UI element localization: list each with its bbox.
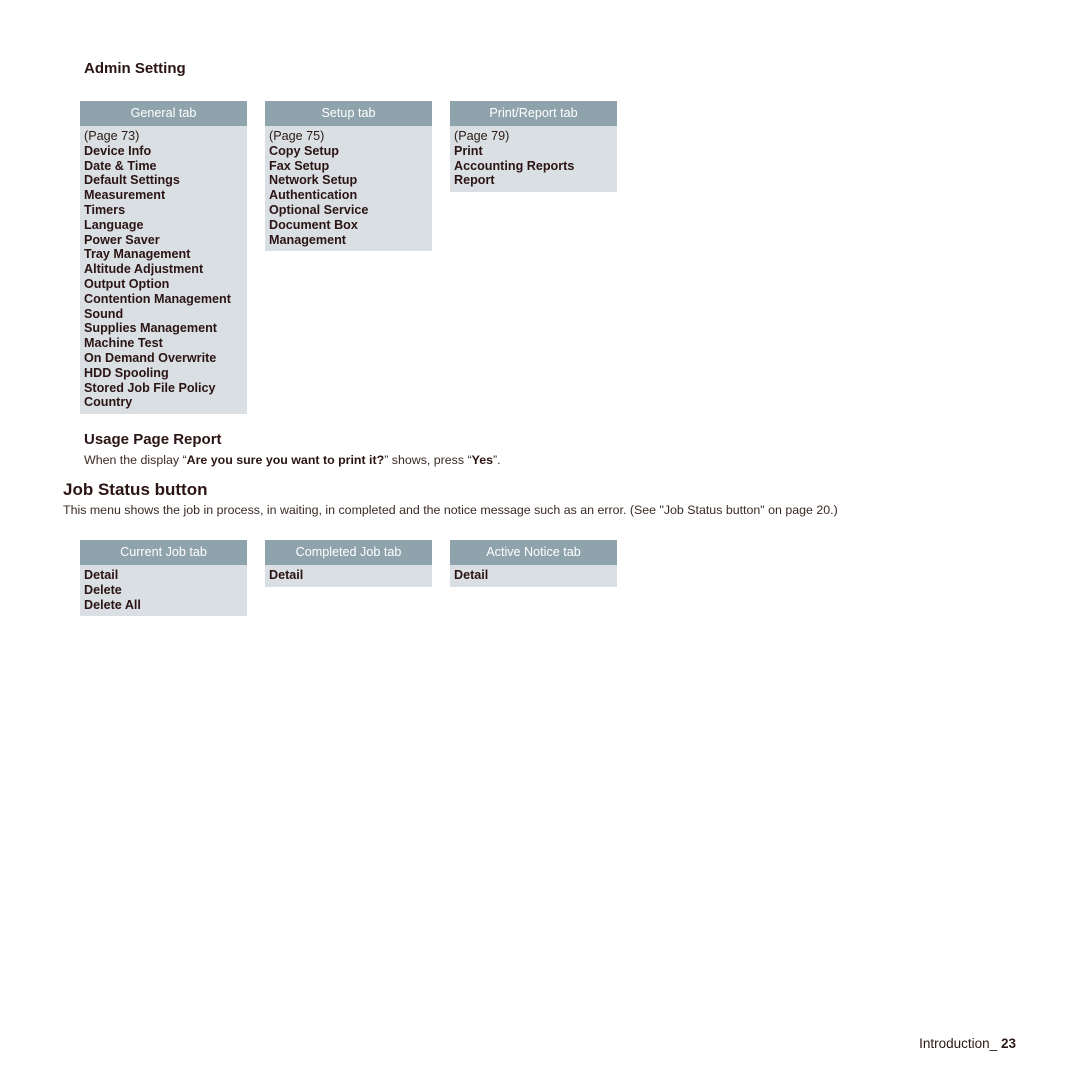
page-reference: (Page 75): [269, 129, 325, 143]
menu-item: Date & Time: [84, 158, 157, 173]
menu-item: Stored Job File Policy: [84, 380, 216, 395]
menu-item: Altitude Adjustment: [84, 262, 204, 277]
menu-item: Power Saver: [84, 232, 160, 247]
menu-item: HDD Spooling: [84, 365, 169, 380]
setup-tab-list: (Page 75) Copy Setup Fax Setup Network Setu…: [265, 126, 432, 251]
setup-tab-header: Setup tab: [265, 101, 432, 126]
menu-item: Supplies Management: [84, 321, 217, 336]
usage-text-middle: ” shows, press “: [384, 453, 472, 467]
menu-item: Sound: [84, 306, 124, 321]
page-footer: Introduction_ 23: [919, 1036, 1016, 1051]
job-status-description: This menu shows the job in process, in w…: [63, 503, 838, 517]
usage-text-before: When the display “: [84, 453, 187, 467]
usage-text-after: ”.: [493, 453, 501, 467]
completed-job-tab-header: Completed Job tab: [265, 540, 432, 565]
admin-setting-heading: Admin Setting: [84, 60, 186, 77]
completed-job-tab-box: Completed Job tab Detail: [265, 540, 432, 587]
menu-item: Print: [454, 143, 483, 158]
menu-item: Fax Setup: [269, 158, 330, 173]
menu-item: Country: [84, 395, 133, 410]
setup-tab-box: Setup tab (Page 75) Copy Setup Fax Setup Ne…: [265, 101, 432, 252]
menu-item: On Demand Overwrite: [84, 350, 217, 365]
current-job-tab-header: Current Job tab: [80, 540, 247, 565]
menu-item: Contention Management: [84, 291, 231, 306]
menu-item: Management: [269, 232, 346, 247]
active-notice-tab-box: Active Notice tab Detail: [450, 540, 617, 587]
menu-item: Report: [454, 173, 495, 188]
menu-item: Detail: [269, 568, 304, 582]
page-reference: (Page 73): [84, 129, 140, 143]
usage-page-report-heading: Usage Page Report: [84, 431, 222, 448]
print-report-tab-list: (Page 79) Print Accounting Reports Report: [450, 126, 617, 192]
current-job-tab-list: Detail Delete Delete All: [80, 565, 247, 616]
job-status-heading: Job Status button: [63, 480, 208, 499]
print-report-tab-header: Print/Report tab: [450, 101, 617, 126]
menu-item: Optional Service: [269, 202, 369, 217]
page-number: 23: [1000, 1036, 1016, 1051]
menu-item: Measurement: [84, 188, 166, 203]
menu-item: Default Settings: [84, 173, 180, 188]
completed-job-tab-list: Detail: [265, 565, 432, 587]
usage-page-report-text: When the display “Are you sure you want …: [84, 453, 501, 467]
menu-item: Document Box: [269, 217, 358, 232]
menu-item: Device Info: [84, 143, 152, 158]
active-notice-tab-list: Detail: [450, 565, 617, 587]
menu-item: Delete: [84, 582, 122, 597]
menu-item: Accounting Reports: [454, 158, 575, 173]
footer-section: Introduction_: [919, 1036, 998, 1051]
general-tab-box: General tab (Page 73) Device Info Date & T…: [80, 101, 247, 415]
menu-item: Detail: [84, 568, 119, 582]
menu-item: Copy Setup: [269, 143, 339, 158]
menu-item: Authentication: [269, 188, 358, 203]
menu-item: Language: [84, 217, 144, 232]
menu-item: Network Setup: [269, 173, 358, 188]
current-job-tab-box: Current Job tab Detail Delete Delete All: [80, 540, 247, 617]
general-tab-list: (Page 73) Device Info Date & Time Default S…: [80, 126, 247, 414]
confirm-prompt: Are you sure you want to print it?: [186, 453, 385, 467]
active-notice-tab-header: Active Notice tab: [450, 540, 617, 565]
menu-item: Tray Management: [84, 247, 191, 262]
menu-item: Output Option: [84, 276, 170, 291]
menu-item: Detail: [454, 568, 489, 582]
menu-item: Delete All: [84, 597, 141, 612]
print-report-tab-box: Print/Report tab (Page 79) Print Accountin…: [450, 101, 617, 193]
menu-item: Machine Test: [84, 336, 163, 351]
general-tab-header: General tab: [80, 101, 247, 126]
page-reference: (Page 79): [454, 129, 510, 143]
yes-label: Yes: [471, 453, 494, 467]
menu-item: Timers: [84, 202, 126, 217]
